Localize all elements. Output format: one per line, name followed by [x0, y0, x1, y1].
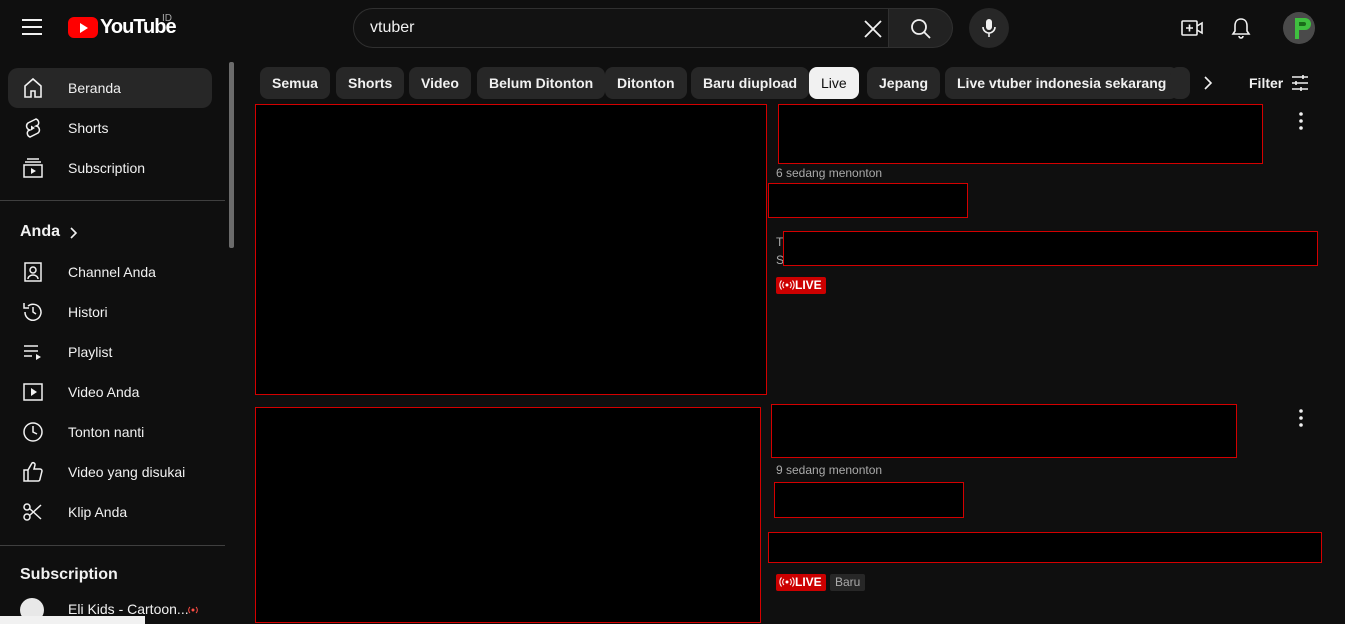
channel-icon	[24, 262, 42, 282]
chevron-right-icon	[70, 227, 78, 239]
filter-button[interactable]: Filter	[1240, 70, 1316, 96]
browser-status-bar	[0, 616, 145, 624]
chip-semua[interactable]: Semua	[260, 67, 330, 99]
your-videos-icon	[23, 383, 43, 401]
viewer-count: 6 sedang menonton	[776, 166, 883, 180]
chip-live-vtuber-indonesia[interactable]: Live vtuber indonesia sekarang	[945, 67, 1179, 99]
sidebar-item-label: Subscription	[68, 160, 146, 176]
new-badge: Baru	[830, 574, 866, 591]
search-box	[353, 8, 889, 48]
youtube-logo[interactable]: YouTube	[68, 15, 177, 39]
sidebar-item-label: Beranda	[68, 80, 121, 96]
sidebar-item-label: Playlist	[68, 344, 113, 360]
home-icon	[24, 77, 42, 98]
sidebar-item-video-yang-disukai[interactable]: Video yang disukai	[8, 452, 212, 492]
chip-jepang[interactable]: Jepang	[867, 67, 941, 99]
chip-baru-diupload[interactable]: Baru diupload	[691, 67, 810, 99]
history-icon	[23, 303, 42, 321]
sidebar-item-video-anda[interactable]: Video Anda	[8, 372, 212, 412]
channel-name[interactable]	[774, 482, 964, 518]
sidebar-item-label: Klip Anda	[68, 504, 128, 520]
more-vert-icon[interactable]	[1289, 406, 1313, 430]
shorts-icon	[25, 118, 41, 138]
sidebar-item-tonton-nanti[interactable]: Tonton nanti	[8, 412, 212, 452]
sidebar-item-klip-anda[interactable]: Klip Anda	[8, 492, 212, 532]
sidebar-item-beranda[interactable]: Beranda	[8, 68, 212, 108]
sidebar-item-channel-anda[interactable]: Channel Anda	[8, 252, 212, 292]
live-badge: LIVE	[776, 277, 826, 294]
avatar[interactable]	[1283, 12, 1315, 44]
filter-chips-bar: Semua Shorts Video Belum Ditonton Ditont…	[260, 66, 1260, 100]
you-heading-text: Anda	[20, 223, 60, 240]
search-button[interactable]	[889, 8, 953, 48]
scissors-icon	[23, 503, 42, 521]
chip-live[interactable]: Live	[809, 67, 859, 99]
watch-later-icon	[23, 422, 43, 442]
chip-ditonton[interactable]: Ditonton	[605, 67, 687, 99]
you-section-heading[interactable]: Anda	[20, 223, 90, 245]
video-title[interactable]	[778, 104, 1263, 164]
sidebar-scrollbar[interactable]	[229, 62, 234, 248]
video-thumbnail[interactable]	[255, 104, 767, 395]
country-code: ID	[162, 13, 172, 24]
sidebar-item-shorts[interactable]: Shorts	[8, 108, 212, 148]
video-description	[783, 231, 1318, 266]
like-icon	[23, 461, 43, 482]
chip-video[interactable]: Video	[409, 67, 471, 99]
sidebar-item-histori[interactable]: Histori	[8, 292, 212, 332]
menu-icon[interactable]	[22, 19, 42, 35]
video-title[interactable]	[771, 404, 1237, 458]
sidebar-item-label: Video yang disukai	[68, 464, 186, 480]
youtube-play-icon	[68, 16, 98, 38]
live-badge: LIVE	[776, 574, 826, 591]
subscription-heading: Subscription	[20, 566, 118, 583]
sidebar-item-subscription[interactable]: Subscription	[8, 148, 212, 188]
filter-label: Filter	[1249, 75, 1284, 91]
mic-icon	[982, 19, 996, 37]
live-label: LIVE	[795, 575, 822, 589]
filter-icon	[1292, 75, 1308, 91]
viewer-count: 9 sedang menonton	[776, 463, 883, 477]
channel-name[interactable]	[768, 183, 968, 218]
sidebar-item-label: Histori	[68, 304, 108, 320]
playlist-icon	[24, 345, 41, 360]
live-broadcast-icon	[779, 280, 795, 290]
subscriptions-icon	[23, 158, 43, 178]
sidebar-divider	[0, 545, 225, 546]
live-indicator-icon	[188, 606, 198, 614]
create-icon[interactable]	[1180, 16, 1204, 40]
more-vert-icon[interactable]	[1289, 109, 1313, 133]
sidebar-item-playlist[interactable]: Playlist	[8, 332, 212, 372]
chevron-right-icon[interactable]	[1190, 71, 1226, 95]
video-thumbnail[interactable]	[255, 407, 761, 623]
sidebar-item-label: Tonton nanti	[68, 424, 145, 440]
search-input[interactable]	[370, 9, 850, 47]
live-label: LIVE	[795, 278, 822, 292]
chip-shorts[interactable]: Shorts	[336, 67, 405, 99]
search-icon	[911, 19, 931, 39]
top-bar: YouTube ID	[0, 0, 1345, 56]
video-description	[768, 532, 1322, 563]
chip-belum-ditonton[interactable]: Belum Ditonton	[477, 67, 606, 99]
sidebar: Beranda Shorts Subscription Anda Channel…	[0, 56, 228, 624]
sidebar-divider	[0, 200, 225, 201]
sidebar-item-label: Channel Anda	[68, 264, 156, 280]
clear-icon[interactable]	[862, 18, 884, 40]
sidebar-item-label: Shorts	[68, 120, 109, 136]
sidebar-item-label: Video Anda	[68, 384, 140, 400]
voice-search-button[interactable]	[969, 8, 1009, 48]
chip-partial[interactable]	[1170, 67, 1190, 99]
live-broadcast-icon	[779, 577, 795, 587]
sidebar-item-label: Eli Kids - Cartoon...	[68, 601, 189, 617]
bell-icon[interactable]	[1229, 16, 1253, 40]
